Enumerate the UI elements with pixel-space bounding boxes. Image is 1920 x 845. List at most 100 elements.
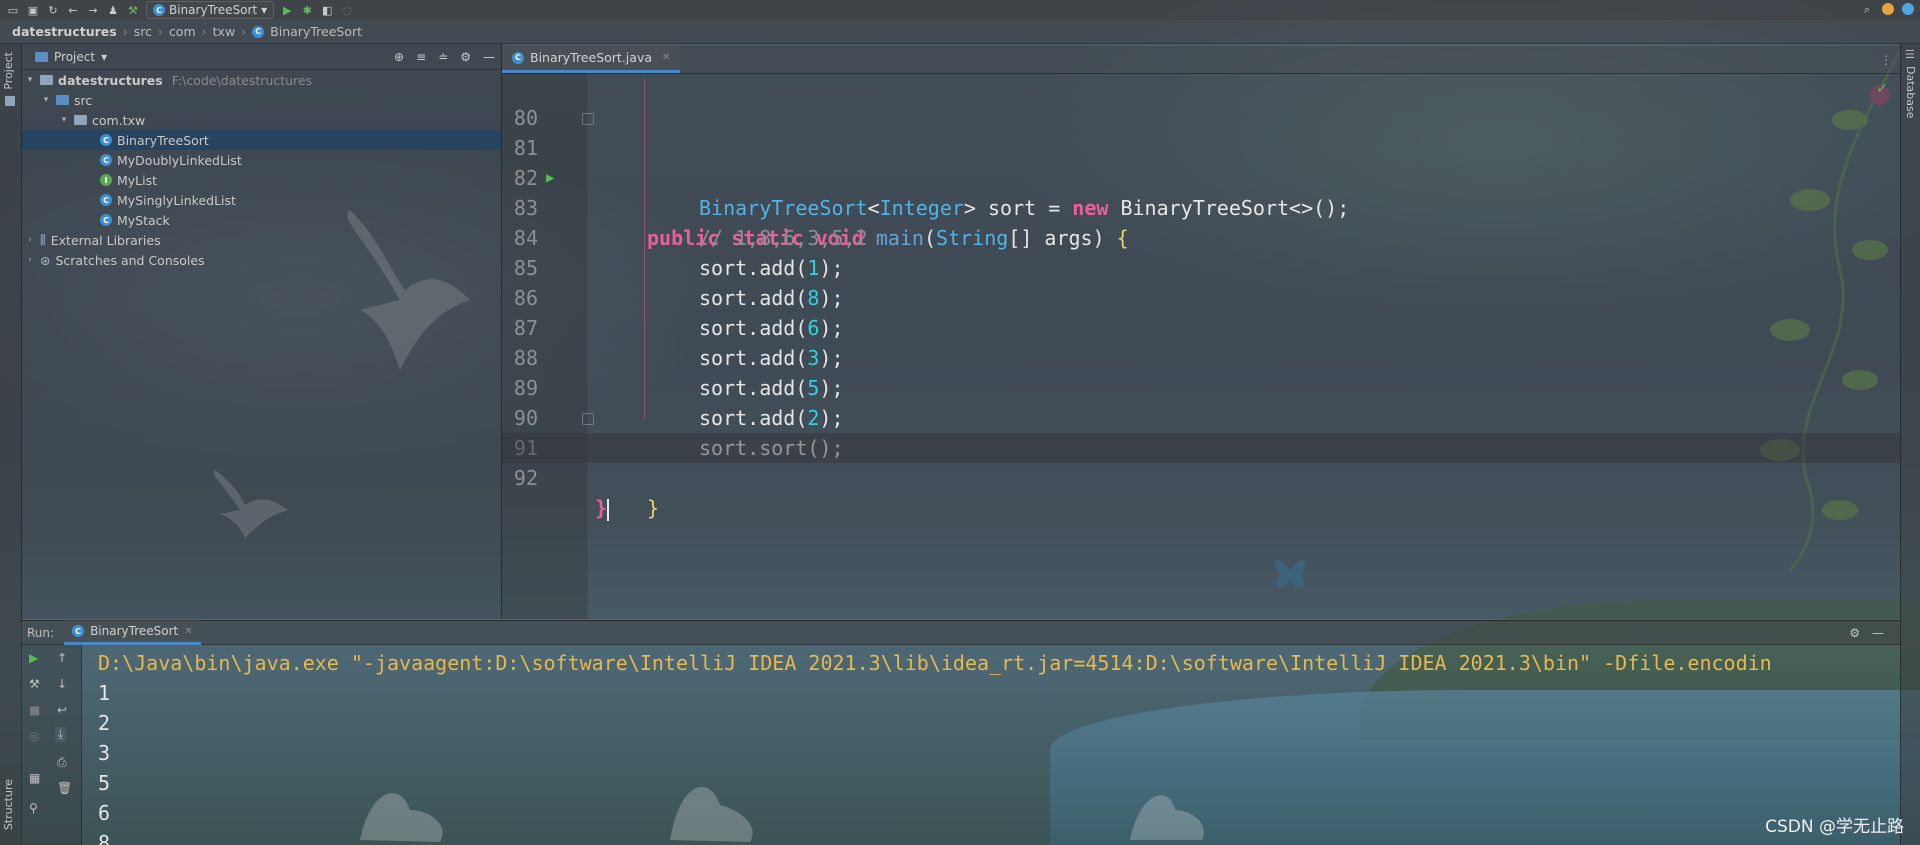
- left-tool-strip: Project Structure: [0, 44, 22, 845]
- gear-icon[interactable]: ⚙: [460, 50, 471, 64]
- class-icon: C: [72, 625, 85, 637]
- database-icon[interactable]: ☰: [1905, 48, 1915, 61]
- tree-item-label: MyList: [117, 172, 158, 188]
- tree-item-label: External Libraries: [50, 232, 161, 248]
- tree-item-mystack[interactable]: C MyStack: [21, 210, 501, 230]
- console-output[interactable]: D:\Java\bin\java.exe "-javaagent:D:\soft…: [82, 645, 1900, 845]
- project-panel-title[interactable]: Project: [54, 50, 95, 64]
- project-icon: [35, 51, 48, 62]
- stop-icon[interactable]: ◌: [340, 3, 354, 17]
- console-command-line: D:\Java\bin\java.exe "-javaagent:D:\soft…: [98, 651, 1772, 675]
- expand-all-icon[interactable]: ≡: [416, 50, 426, 64]
- sync-icon[interactable]: ↻: [46, 3, 60, 17]
- tree-item-label: com.txw: [92, 112, 146, 128]
- package-icon: [74, 115, 87, 125]
- code-line-current: 92 }: [502, 433, 1900, 521]
- hide-icon[interactable]: —: [1872, 626, 1884, 640]
- gear-icon[interactable]: ⚙: [1849, 626, 1860, 640]
- tree-item-package[interactable]: ▾ com.txw: [21, 110, 501, 130]
- tree-item-project-root[interactable]: ▾ datestructures F:\code\datestructures: [21, 70, 501, 90]
- down-arrow-icon[interactable]: ↓: [57, 677, 67, 691]
- tree-item-path: F:\code\datestructures: [171, 72, 313, 88]
- tree-item-binarytreesort[interactable]: C BinaryTreeSort: [21, 130, 501, 150]
- rerun-icon[interactable]: ▶: [29, 651, 38, 665]
- run-icon[interactable]: ▶: [280, 3, 294, 17]
- editor-tab-binarytreesort[interactable]: C BinaryTreeSort.java ✕: [502, 45, 681, 73]
- tree-item-external-libraries[interactable]: › ⫼ External Libraries: [21, 230, 501, 250]
- fold-icon[interactable]: [582, 113, 594, 125]
- forward-arrow-icon[interactable]: →: [86, 3, 100, 17]
- plugin-icon[interactable]: [1902, 3, 1914, 15]
- project-tool-tab[interactable]: Project: [2, 52, 15, 90]
- hide-icon[interactable]: —: [483, 50, 495, 64]
- run-configuration-dropdown[interactable]: C BinaryTreeSort ▾: [146, 1, 275, 19]
- tree-item-mysinglylinkedlist[interactable]: C MySinglyLinkedList: [21, 190, 501, 210]
- breadcrumb-com[interactable]: com: [169, 24, 196, 39]
- folder-icon: [56, 95, 69, 105]
- structure-tool-tab[interactable]: Structure: [2, 779, 15, 830]
- pin-icon[interactable]: ⚲: [29, 801, 38, 815]
- update-icon[interactable]: [1882, 3, 1894, 15]
- search-icon[interactable]: ⌕: [1860, 3, 1874, 17]
- code-line: 87 sort.add(3);: [502, 283, 1900, 370]
- stop-icon[interactable]: ■: [29, 703, 40, 717]
- breadcrumb-file[interactable]: BinaryTreeSort: [270, 24, 362, 39]
- project-tool-icon[interactable]: [5, 96, 15, 106]
- close-icon[interactable]: ✕: [662, 52, 670, 63]
- code-brace: }: [595, 496, 608, 520]
- soft-wrap-icon[interactable]: ↩: [57, 703, 67, 717]
- chevron-down-icon[interactable]: ▾: [59, 115, 69, 125]
- user-icon[interactable]: ♟: [106, 3, 120, 17]
- run-panel-header-tools: ⚙ —: [1849, 626, 1900, 640]
- layout-icon[interactable]: ▦: [29, 771, 40, 785]
- run-panel-label: Run:: [27, 625, 55, 640]
- back-arrow-icon[interactable]: ←: [66, 3, 80, 17]
- print-icon[interactable]: ⎙: [57, 755, 67, 770]
- breadcrumb-src[interactable]: src: [134, 24, 152, 39]
- breadcrumb-txw[interactable]: txw: [213, 24, 236, 39]
- build-hammer-icon[interactable]: ⚒: [126, 3, 140, 17]
- breadcrumb-separator: ›: [157, 24, 163, 39]
- tree-item-mydoublylinkedlist[interactable]: C MyDoublyLinkedList: [21, 150, 501, 170]
- trash-icon[interactable]: 🗑: [57, 781, 72, 795]
- tree-item-src[interactable]: ▾ src: [21, 90, 501, 110]
- chevron-right-icon[interactable]: ›: [25, 235, 35, 245]
- open-folder-icon[interactable]: ▭: [6, 3, 20, 17]
- editor-tab-bar: C BinaryTreeSort.java ✕ ⋮: [502, 45, 1900, 74]
- run-tab-binarytreesort[interactable]: C BinaryTreeSort ✕: [64, 620, 201, 645]
- code-line: 88 sort.add(5);: [502, 313, 1900, 400]
- close-icon[interactable]: ✕: [184, 626, 192, 637]
- tree-item-label: MyDoublyLinkedList: [117, 152, 242, 168]
- breadcrumb-project[interactable]: datestructures: [12, 24, 117, 39]
- scroll-to-end-icon[interactable]: ⤓: [55, 727, 67, 742]
- more-options-icon[interactable]: ⋮: [1880, 53, 1892, 67]
- tree-item-scratches[interactable]: › ⊛ Scratches and Consoles: [21, 250, 501, 270]
- interface-icon: I: [100, 174, 112, 186]
- code-line: 82 BinaryTreeSort<Integer> sort = new Bi…: [502, 133, 1900, 220]
- chevron-down-icon: ▾: [261, 3, 268, 17]
- breadcrumb-separator: ›: [201, 24, 207, 39]
- up-arrow-icon[interactable]: ↑: [57, 651, 67, 665]
- collapse-all-icon[interactable]: ≐: [438, 50, 448, 64]
- chevron-down-icon[interactable]: ▾: [101, 50, 107, 64]
- camera-icon[interactable]: ◎: [29, 729, 39, 743]
- tree-item-label: MySinglyLinkedList: [117, 192, 236, 208]
- console-output-line: 8: [98, 831, 111, 845]
- code-text: }: [595, 493, 610, 523]
- chevron-down-icon[interactable]: ▾: [41, 95, 51, 105]
- locate-icon[interactable]: ⊕: [394, 50, 404, 64]
- save-all-icon[interactable]: ▣: [26, 3, 40, 17]
- code-line: 81 ▶ public static void main(String[] ar…: [502, 103, 1900, 250]
- chevron-down-icon[interactable]: ▾: [25, 75, 35, 85]
- database-tool-tab[interactable]: Database: [1904, 66, 1917, 119]
- editor-tab-label: BinaryTreeSort.java: [530, 50, 652, 65]
- debug-icon[interactable]: ✱: [300, 3, 314, 17]
- tree-item-mylist[interactable]: I MyList: [21, 170, 501, 190]
- chevron-right-icon[interactable]: ›: [25, 255, 35, 265]
- fold-icon[interactable]: [582, 413, 594, 425]
- tree-item-label: src: [74, 92, 93, 108]
- coverage-icon[interactable]: ◧: [320, 3, 334, 17]
- wrench-icon[interactable]: ⚒: [29, 677, 40, 691]
- console-output-line: 2: [98, 711, 111, 735]
- code-editor[interactable]: ✓ 80 81 ▶ public static void main(String…: [502, 73, 1900, 619]
